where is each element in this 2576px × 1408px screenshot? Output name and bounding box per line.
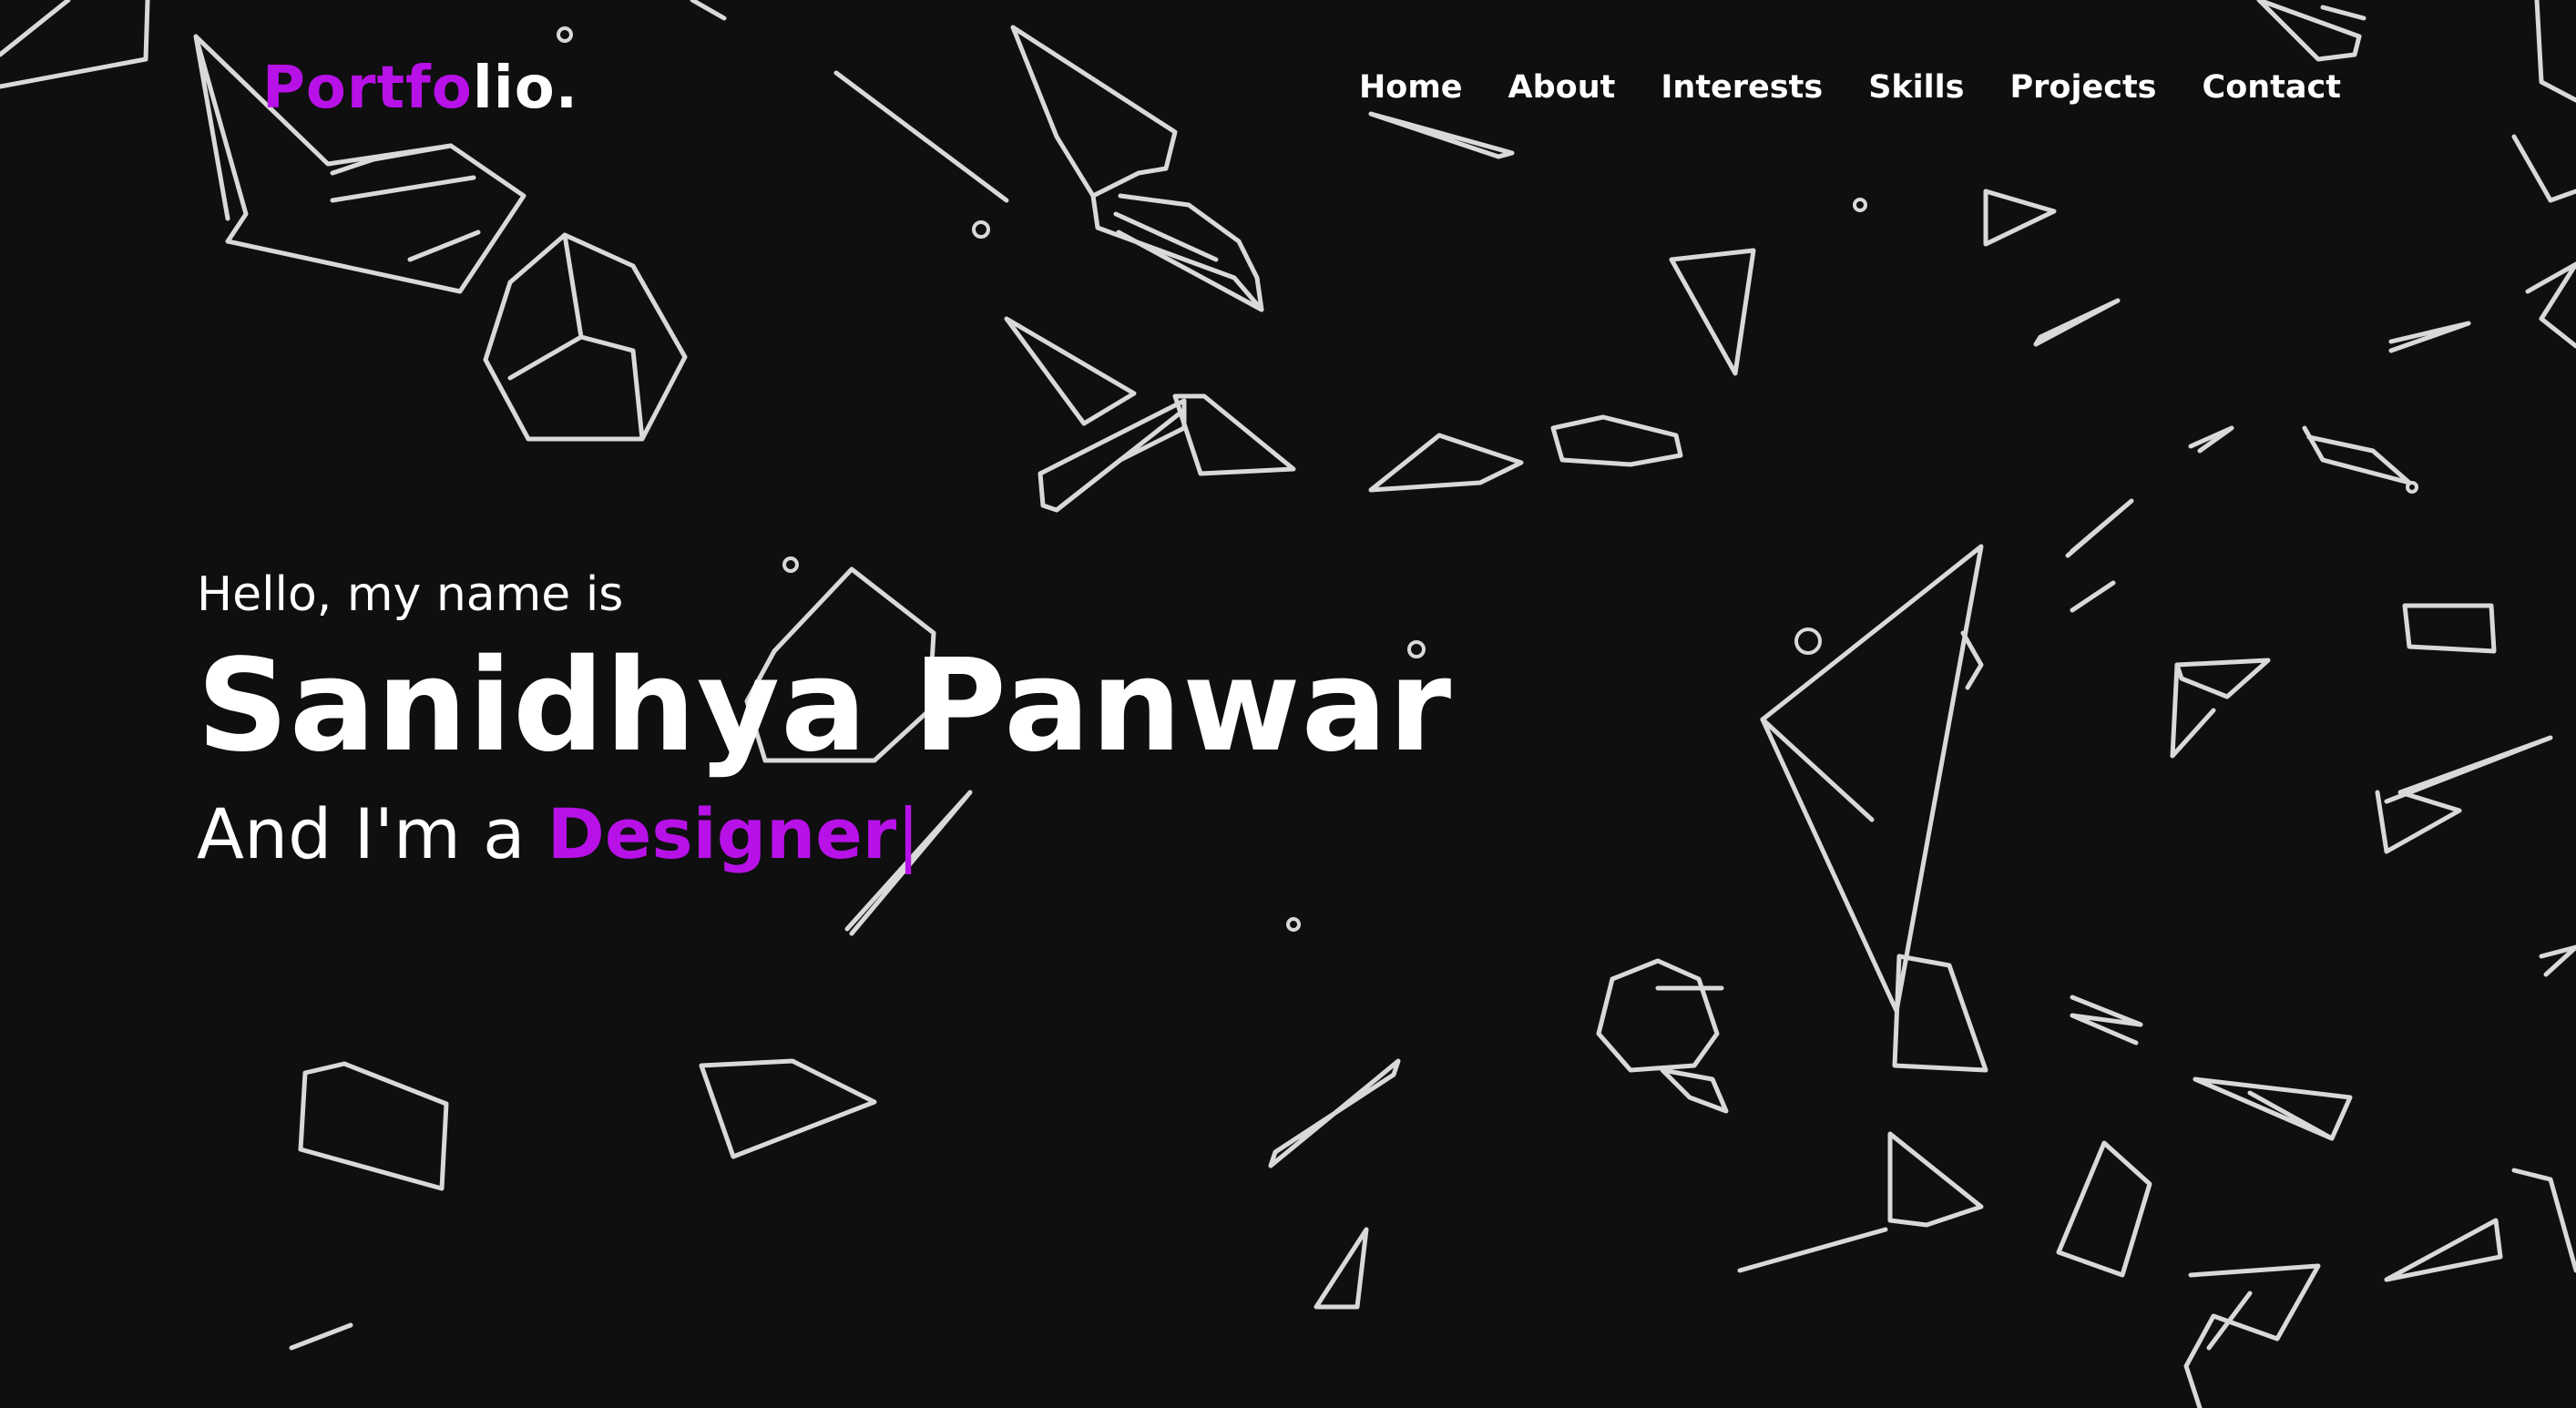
nav-item-projects: Projects bbox=[2010, 69, 2157, 106]
logo-accent-text: Portfo bbox=[262, 55, 473, 122]
hero-name: Sanidhya Panwar bbox=[197, 632, 1453, 781]
bg-shape bbox=[407, 230, 481, 262]
bg-shape bbox=[2525, 261, 2576, 349]
nav-link-skills[interactable]: Skills bbox=[1868, 69, 1964, 106]
bg-shape bbox=[1172, 393, 1296, 476]
bg-shape bbox=[2188, 425, 2234, 454]
bg-dot bbox=[972, 220, 990, 239]
bg-shape bbox=[2511, 1168, 2576, 1273]
portfolio-page: Portfolio. Home About Interests Skills P… bbox=[0, 0, 2576, 1408]
bg-shape bbox=[2070, 995, 2143, 1046]
bg-shape bbox=[2065, 498, 2134, 558]
bg-shape bbox=[2070, 580, 2116, 613]
bg-shape bbox=[507, 334, 584, 381]
typing-cursor: | bbox=[896, 793, 920, 874]
nav-link-interests[interactable]: Interests bbox=[1661, 69, 1823, 106]
bg-shape bbox=[2206, 1291, 2253, 1351]
nav-link-home[interactable]: Home bbox=[1359, 69, 1463, 106]
bg-shape bbox=[2174, 658, 2271, 699]
nav-item-contact: Contact bbox=[2203, 69, 2341, 106]
bg-shape bbox=[1760, 717, 1875, 822]
nav-item-interests: Interests bbox=[1661, 69, 1823, 106]
bg-shape bbox=[2402, 603, 2497, 654]
navbar: Portfolio. Home About Interests Skills P… bbox=[0, 0, 2576, 182]
nav-link-contact[interactable]: Contact bbox=[2203, 69, 2341, 106]
bg-shape bbox=[1054, 407, 1187, 513]
bg-shape bbox=[1004, 316, 1137, 426]
bg-dot bbox=[1286, 917, 1301, 932]
hero-role-prefix: And I'm a bbox=[197, 793, 547, 874]
bg-shape bbox=[2056, 1140, 2152, 1278]
bg-shape bbox=[2388, 321, 2471, 353]
nav-item-about: About bbox=[1508, 69, 1616, 106]
bg-shape bbox=[699, 1058, 877, 1159]
bg-shape bbox=[298, 1061, 449, 1191]
bg-shape bbox=[1660, 1067, 1729, 1114]
bg-shape bbox=[1892, 954, 1988, 1073]
bg-shape bbox=[2302, 425, 2412, 485]
hero-role-typed: Designer bbox=[547, 793, 897, 874]
bg-shape bbox=[1887, 1131, 1984, 1228]
bg-shape bbox=[1960, 630, 1984, 690]
bg-shape bbox=[1550, 414, 1683, 467]
logo-link[interactable]: Portfolio. bbox=[262, 55, 578, 122]
bg-shape bbox=[2170, 662, 2216, 759]
nav-link-projects[interactable]: Projects bbox=[2010, 69, 2157, 106]
bg-dot bbox=[2406, 481, 2418, 494]
bg-shape bbox=[1596, 958, 1720, 1073]
bg-shape bbox=[1368, 433, 1524, 493]
bg-shape bbox=[1268, 1058, 1401, 1168]
hero-section: Hello, my name is Sanidhya Panwar And I'… bbox=[197, 560, 1563, 884]
bg-shape bbox=[2375, 735, 2553, 854]
bg-shape bbox=[1669, 248, 1756, 376]
bg-shape bbox=[2539, 944, 2576, 977]
hero-greeting: Hello, my name is bbox=[197, 567, 624, 622]
bg-shape bbox=[1038, 398, 1187, 513]
bg-shape bbox=[2033, 298, 2121, 347]
bg-shape bbox=[2384, 1218, 2503, 1282]
nav-item-home: Home bbox=[1359, 69, 1463, 106]
bg-shape bbox=[2183, 1263, 2321, 1408]
hero-role: And I'm a Designer| bbox=[197, 784, 1563, 884]
bg-dot bbox=[1794, 627, 1822, 655]
bg-dot bbox=[1853, 198, 1867, 212]
nav-item-skills: Skills bbox=[1868, 69, 1964, 106]
bg-shape bbox=[1737, 1227, 1888, 1273]
bg-shape bbox=[1983, 189, 2057, 247]
logo-text: lio. bbox=[472, 55, 578, 122]
bg-shape bbox=[1760, 544, 1984, 1014]
bg-shape bbox=[289, 1322, 353, 1351]
nav-menu: Home About Interests Skills Projects Con… bbox=[1359, 69, 2341, 106]
bg-shape bbox=[1314, 1227, 1369, 1310]
nav-link-about[interactable]: About bbox=[1508, 69, 1616, 106]
